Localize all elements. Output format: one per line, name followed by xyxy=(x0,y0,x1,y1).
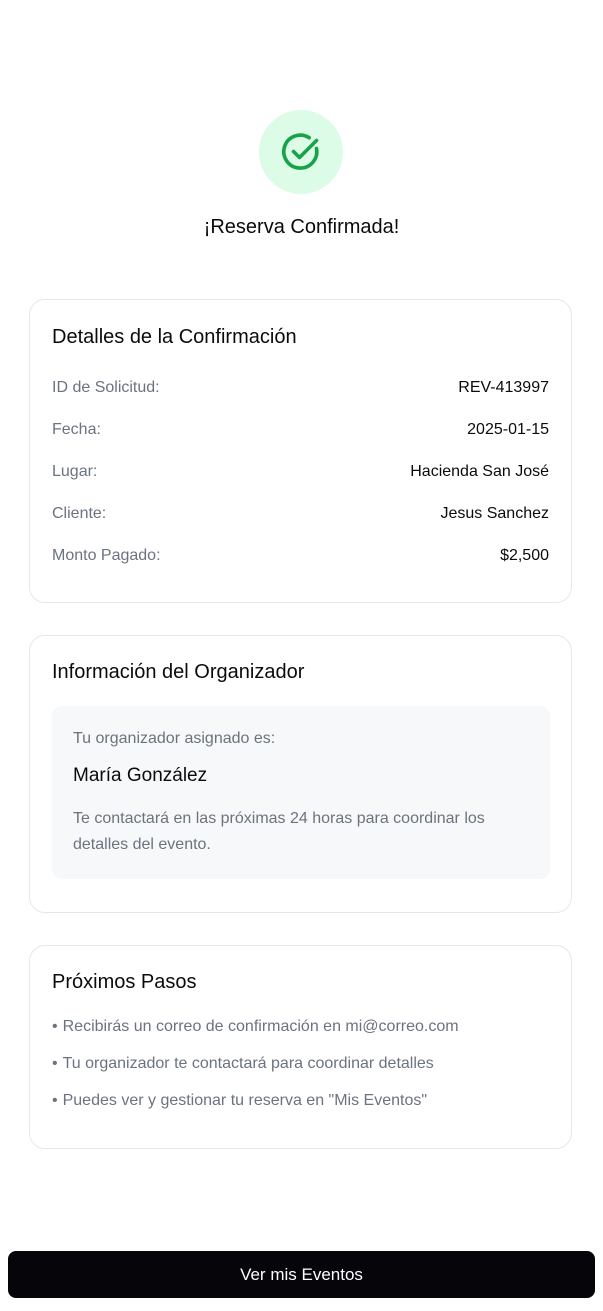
step-text: Puedes ver y gestionar tu reserva en "Mi… xyxy=(62,1092,428,1109)
detail-label: Monto Pagado: xyxy=(52,547,161,564)
list-item: • Recibirás un correo de confirmación en … xyxy=(52,1018,459,1036)
confirmation-details-card: Detalles de la Confirmación ID de Solici… xyxy=(29,299,572,603)
view-my-events-button[interactable]: Ver mis Eventos xyxy=(8,1251,595,1298)
step-text: Tu organizador te contactará para coordi… xyxy=(62,1055,434,1072)
detail-row-request-id: ID de Solicitud: REV-413997 xyxy=(52,376,549,400)
list-item: • Puedes ver y gestionar tu reserva en "M… xyxy=(52,1092,427,1110)
detail-label: Lugar: xyxy=(52,463,98,480)
card-title: Detalles de la Confirmación xyxy=(52,326,297,348)
bullet: • xyxy=(52,1092,58,1109)
detail-value: REV-413997 xyxy=(458,379,549,396)
check-circle-icon xyxy=(282,133,319,170)
detail-row-date: Fecha: 2025-01-15 xyxy=(52,418,549,442)
detail-label: ID de Solicitud: xyxy=(52,379,160,396)
page-title: ¡Reserva Confirmada! xyxy=(203,216,400,238)
detail-value: Jesus Sanchez xyxy=(440,505,549,522)
detail-label: Fecha: xyxy=(52,421,101,438)
detail-row-amount-paid: Monto Pagado: $2,500 xyxy=(52,544,549,568)
card-title: Próximos Pasos xyxy=(52,971,197,993)
detail-value: $2,500 xyxy=(500,547,549,564)
organizer-caption: Tu organizador asignado es: xyxy=(73,730,276,747)
organizer-info-card: Información del Organizador Tu organizad… xyxy=(29,635,572,913)
organizer-note: Te contactará en las próximas 24 horas p… xyxy=(73,810,485,853)
step-text: Recibirás un correo de confirmación en m… xyxy=(62,1018,459,1035)
list-item: • Tu organizador te contactará para coord… xyxy=(52,1055,434,1073)
detail-value: Hacienda San José xyxy=(410,463,549,480)
detail-row-client: Cliente: Jesus Sanchez xyxy=(52,502,549,526)
organizer-name: María González xyxy=(73,765,208,786)
card-title: Información del Organizador xyxy=(52,661,305,683)
confirmation-badge xyxy=(259,110,343,194)
detail-label: Cliente: xyxy=(52,505,107,522)
detail-row-venue: Lugar: Hacienda San José xyxy=(52,460,549,484)
organizer-box: Tu organizador asignado es: María Gonzál… xyxy=(52,706,550,879)
detail-value: 2025-01-15 xyxy=(467,421,549,438)
bullet: • xyxy=(52,1018,58,1035)
next-steps-card: Próximos Pasos • Recibirás un correo de c… xyxy=(29,945,572,1149)
bullet: • xyxy=(52,1055,58,1072)
